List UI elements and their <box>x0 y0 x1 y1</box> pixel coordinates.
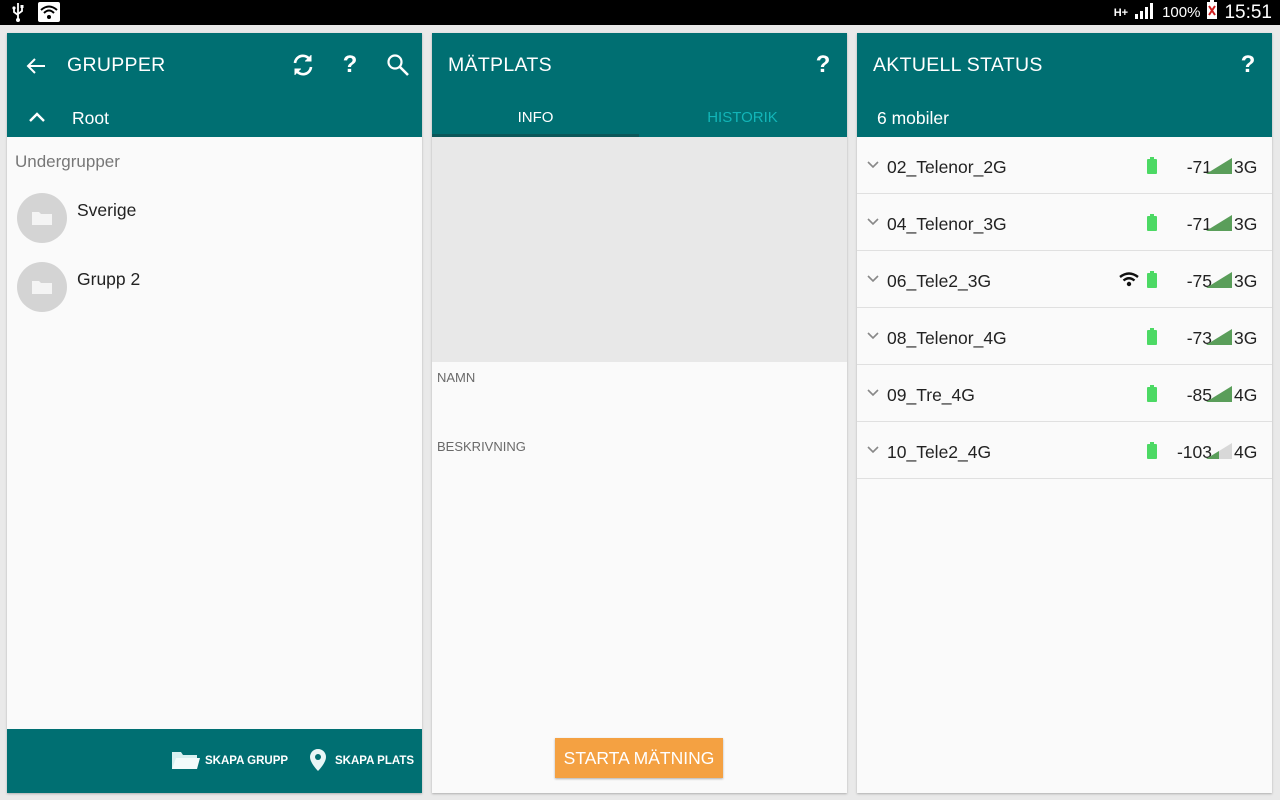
battery-icon <box>1147 442 1157 464</box>
location-pin-icon <box>309 748 327 775</box>
wifi-icon <box>1119 271 1139 292</box>
group-name: Sverige <box>77 200 137 220</box>
device-name: 02_Telenor_2G <box>887 157 1007 177</box>
status-panel: AKTUELL STATUS ? 6 mobiler 02_Telenor_2G… <box>857 33 1272 793</box>
network-type: 3G <box>1234 157 1258 177</box>
place-panel: MÄTPLATS ? INFO HISTORIK NAMN BESKRIVNIN… <box>432 33 847 793</box>
device-row[interactable]: 09_Tre_4G -85 4G <box>857 365 1272 422</box>
network-type: 3G <box>1234 214 1258 234</box>
description-field-label: BESKRIVNING <box>437 439 526 454</box>
device-row[interactable]: 02_Telenor_2G -71 3G <box>857 137 1272 194</box>
wifi-icon <box>38 2 60 27</box>
chevron-down-icon[interactable] <box>866 441 880 459</box>
folder-icon <box>17 193 67 243</box>
status-bar: H+ 100% 15:51 <box>0 0 1280 25</box>
device-row[interactable]: 10_Tele2_4G -103 4G <box>857 422 1272 479</box>
image-placeholder[interactable] <box>432 137 847 362</box>
name-field-label: NAMN <box>437 370 476 385</box>
signal-bars-icon <box>1205 215 1233 237</box>
search-icon[interactable] <box>384 51 412 79</box>
signal-bars-icon <box>1205 272 1233 294</box>
folder-icon <box>17 262 67 312</box>
status-header: AKTUELL STATUS ? 6 mobiler <box>857 33 1272 137</box>
place-header: MÄTPLATS ? INFO HISTORIK <box>432 33 847 137</box>
group-item[interactable]: Grupp 2 <box>17 262 417 318</box>
battery-percent: 100% <box>1162 4 1201 21</box>
signal-bars-icon <box>1205 443 1233 465</box>
device-row[interactable]: 06_Tele2_3G -75 3G <box>857 251 1272 308</box>
chevron-down-icon[interactable] <box>866 327 880 345</box>
battery-icon <box>1147 385 1157 407</box>
network-type: 3G <box>1234 271 1258 291</box>
network-type: 3G <box>1234 328 1258 348</box>
chevron-up-icon[interactable] <box>25 105 49 129</box>
signal-icon <box>1134 1 1156 24</box>
create-group-button[interactable]: SKAPA GRUPP <box>171 747 288 775</box>
signal-bars-icon <box>1205 386 1233 408</box>
subgroups-heading: Undergrupper <box>15 152 120 171</box>
groups-footer: SKAPA GRUPP SKAPA PLATS <box>7 729 422 793</box>
breadcrumb[interactable]: Root <box>72 108 109 129</box>
refresh-icon[interactable] <box>289 51 317 79</box>
tab-info[interactable]: INFO <box>432 101 639 137</box>
device-name: 08_Telenor_4G <box>887 328 1007 348</box>
battery-icon <box>1147 328 1157 350</box>
tab-historik[interactable]: HISTORIK <box>639 101 846 137</box>
create-place-label: SKAPA PLATS <box>335 755 415 767</box>
folder-open-icon <box>171 749 201 774</box>
group-name: Grupp 2 <box>77 269 141 289</box>
device-row[interactable]: 08_Telenor_4G -73 3G <box>857 308 1272 365</box>
chevron-down-icon[interactable] <box>866 156 880 174</box>
chevron-down-icon[interactable] <box>866 384 880 402</box>
network-type-label: H+ <box>1113 6 1129 19</box>
network-type: 4G <box>1234 385 1258 405</box>
device-name: 06_Tele2_3G <box>887 271 992 291</box>
battery-icon <box>1147 157 1157 179</box>
status-title: AKTUELL STATUS <box>873 54 1043 76</box>
back-arrow-icon[interactable] <box>23 53 49 79</box>
device-count: 6 mobiler <box>877 108 949 128</box>
place-title: MÄTPLATS <box>448 54 552 76</box>
signal-bars-icon <box>1205 329 1233 351</box>
usb-icon <box>10 2 26 27</box>
groups-header: GRUPPER ? Root <box>7 33 422 137</box>
chevron-down-icon[interactable] <box>866 270 880 288</box>
help-icon[interactable]: ? <box>337 51 363 79</box>
help-icon[interactable]: ? <box>810 51 836 79</box>
battery-icon <box>1147 271 1157 293</box>
network-type: 4G <box>1234 442 1258 462</box>
battery-icon <box>1147 214 1157 236</box>
chevron-down-icon[interactable] <box>866 213 880 231</box>
device-name: 09_Tre_4G <box>887 385 975 405</box>
device-row[interactable]: 04_Telenor_3G -71 3G <box>857 194 1272 251</box>
device-name: 10_Tele2_4G <box>887 442 992 462</box>
battery-icon <box>1206 0 1218 25</box>
tab-bar: INFO HISTORIK <box>432 101 847 137</box>
device-name: 04_Telenor_3G <box>887 214 1007 234</box>
page-title: GRUPPER <box>67 54 166 76</box>
clock: 15:51 <box>1224 1 1272 23</box>
signal-bars-icon <box>1205 158 1233 180</box>
start-measurement-button[interactable]: STARTA MÄTNING <box>555 738 723 778</box>
groups-panel: GRUPPER ? Root Undergrupper Sverige Grup… <box>7 33 422 793</box>
group-item[interactable]: Sverige <box>17 193 417 249</box>
create-place-button[interactable]: SKAPA PLATS <box>309 747 414 775</box>
help-icon[interactable]: ? <box>1235 51 1261 79</box>
create-group-label: SKAPA GRUPP <box>205 755 289 767</box>
